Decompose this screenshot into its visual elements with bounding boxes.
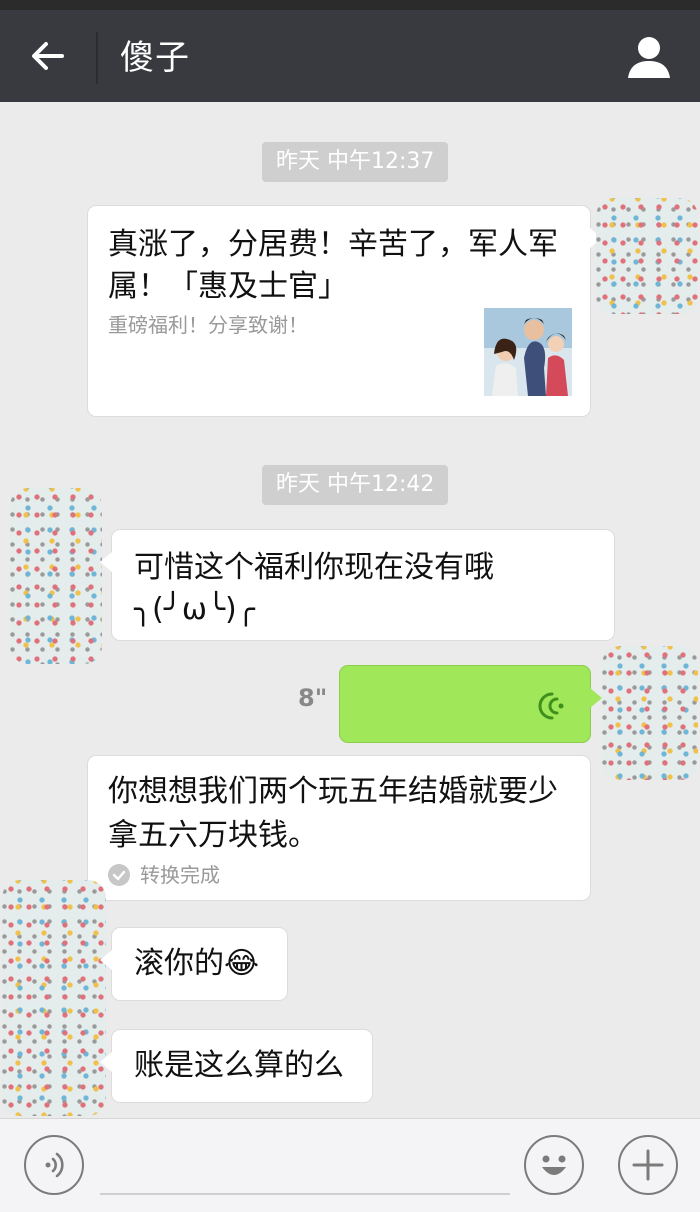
- status-bar: [0, 0, 700, 10]
- my-avatar[interactable]: [602, 646, 698, 780]
- message-bubble-received[interactable]: 滚你的😂: [100, 928, 287, 1000]
- back-button[interactable]: [22, 34, 74, 78]
- check-circle-icon: [108, 864, 130, 886]
- message-bubble-received[interactable]: 账是这么算的么: [100, 1030, 372, 1102]
- article-description: 重磅福利！分享致谢！: [108, 313, 308, 337]
- contact-avatar[interactable]: [2, 880, 106, 1116]
- shared-article-card[interactable]: 真涨了，分居费！辛苦了，军人军属！「惠及士官」 重磅福利！分享致谢！: [88, 206, 602, 416]
- voice-message-bubble[interactable]: [340, 666, 602, 742]
- back-arrow-icon: [32, 42, 64, 70]
- message-text: ╮(╯ω╰)╭: [134, 592, 255, 627]
- voice-transcription-card[interactable]: 你想想我们两个玩五年结婚就要少拿五六万块钱。 转换完成: [88, 756, 590, 900]
- voice-wave-icon: [538, 692, 564, 720]
- message-input[interactable]: [100, 1193, 510, 1195]
- article-thumbnail: [484, 308, 572, 396]
- emoji-button[interactable]: [524, 1135, 584, 1195]
- message-bubble-received[interactable]: 可惜这个福利你现在没有哦 ╮(╯ω╰)╭: [100, 530, 614, 640]
- person-icon: [628, 37, 670, 78]
- input-bar: [0, 1118, 700, 1212]
- article-title: 真涨了，分居费！辛苦了，军人军属！「惠及士官」: [108, 227, 558, 304]
- timestamp: 昨天 中午12:37: [262, 142, 449, 182]
- more-options-button[interactable]: [618, 1135, 678, 1195]
- smiley-icon: [542, 1155, 566, 1175]
- timestamp: 昨天 中午12:42: [262, 465, 449, 505]
- voice-input-button[interactable]: [24, 1135, 84, 1195]
- voice-duration: 8": [298, 684, 328, 712]
- contact-avatar[interactable]: [10, 488, 102, 664]
- my-avatar[interactable]: [596, 198, 698, 314]
- chat-title: 傻子: [120, 38, 190, 78]
- message-text: 可惜这个福利你现在没有哦: [134, 550, 494, 585]
- message-text: 滚你的😂: [134, 946, 260, 981]
- header-divider: [96, 32, 98, 84]
- message-text: 账是这么算的么: [134, 1048, 344, 1083]
- contact-profile-button[interactable]: [624, 32, 674, 82]
- voice-mode-icon: [45, 1152, 64, 1178]
- conversion-status-label: 转换完成: [140, 863, 220, 887]
- conversion-status: 转换完成: [108, 860, 220, 890]
- plus-icon: [632, 1149, 664, 1181]
- transcription-text: 你想想我们两个玩五年结婚就要少拿五六万块钱。: [108, 774, 558, 853]
- chat-header: 傻子: [0, 10, 700, 102]
